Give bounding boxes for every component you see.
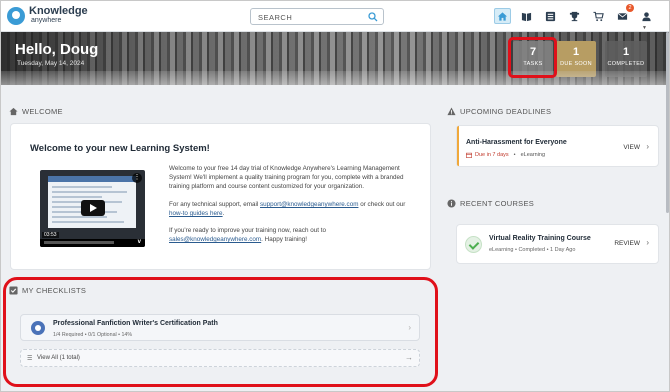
video-menu-icon[interactable]: ⋮ [132, 173, 142, 183]
mail-icon[interactable]: 2 [614, 4, 634, 24]
search-input[interactable]: SEARCH [250, 8, 384, 25]
current-date: Tuesday, May 14, 2024 [17, 60, 85, 67]
mail-badge: 2 [626, 4, 634, 12]
welcome-paragraph-support: For any technical support, email support… [169, 201, 406, 217]
page-scrollbar[interactable] [666, 32, 669, 213]
logo[interactable]: Knowledge anywhere [7, 5, 88, 25]
checklists-highlight-annotation [3, 277, 438, 387]
search-placeholder: SEARCH [258, 13, 293, 22]
logo-subtitle: anywhere [31, 17, 62, 24]
course-title: Virtual Reality Training Course [489, 235, 591, 242]
home-icon[interactable] [494, 8, 511, 24]
video-progress-bar[interactable] [44, 241, 114, 244]
welcome-paragraph-sales: If you're ready to improve your training… [169, 227, 326, 243]
app-window: Knowledge anywhere SEARCH 2 ▼ Hello, Dou… [0, 0, 670, 392]
welcome-card: Welcome to your new Learning System! ⋮ 0… [10, 123, 431, 270]
deadlines-section-title: UPCOMING DEADLINES [460, 107, 552, 116]
logo-mark-icon [7, 7, 25, 25]
recent-course-item[interactable]: Virtual Reality Training Course eLearnin… [456, 224, 659, 264]
completed-count: 1 [622, 46, 630, 58]
top-navigation-bar: Knowledge anywhere SEARCH 2 ▼ [1, 1, 669, 32]
video-duration: 03:53 [42, 232, 59, 238]
completed-stat[interactable]: 1 COMPLETED [605, 41, 647, 77]
tasks-highlight-annotation [508, 37, 557, 78]
calendar-icon [466, 152, 472, 158]
completed-label: COMPLETED [607, 61, 645, 67]
recent-courses-section-title: RECENT COURSES [460, 199, 535, 208]
due-soon-stat[interactable]: 1 DUE SOON [556, 41, 596, 77]
completed-check-icon [465, 236, 482, 253]
due-soon-label: DUE SOON [560, 61, 592, 67]
cart-icon[interactable] [590, 8, 607, 24]
deadline-title: Anti-Harassment for Everyone [466, 139, 567, 146]
user-icon[interactable] [638, 8, 655, 24]
deadline-due: Due in 7 days [475, 152, 509, 158]
list-icon[interactable] [542, 8, 559, 24]
greeting: Hello, Doug [15, 41, 99, 58]
hero-banner: Hello, Doug Tuesday, May 14, 2024 7 TASK… [1, 32, 669, 85]
info-icon [447, 199, 456, 208]
review-button[interactable]: REVIEW [614, 240, 640, 247]
course-meta: eLearning • Completed • 1 Day Ago [489, 247, 576, 253]
welcome-video-player[interactable]: ⋮ 03:53 v [40, 170, 145, 247]
deadline-item[interactable]: Anti-Harassment for Everyone Due in 7 da… [456, 125, 659, 167]
catalog-icon[interactable] [518, 8, 535, 24]
how-to-guides-link[interactable]: how-to guides here [169, 210, 223, 217]
chevron-right-icon[interactable]: › [646, 142, 649, 151]
support-email-link[interactable]: support@knowledgeanywhere.com [260, 201, 358, 208]
user-menu-chevron-icon[interactable]: ▼ [642, 25, 647, 31]
welcome-section-title: WELCOME [22, 107, 63, 116]
deadline-accent-bar [457, 126, 459, 166]
logo-title: Knowledge [29, 5, 88, 17]
sales-email-link[interactable]: sales@knowledgeanywhere.com [169, 236, 261, 243]
search-icon[interactable] [368, 12, 378, 22]
view-button[interactable]: VIEW [623, 144, 640, 151]
welcome-paragraph-intro: Welcome to your free 14 day trial of Kno… [169, 165, 404, 190]
welcome-section-header: WELCOME [9, 107, 63, 116]
welcome-card-title: Welcome to your new Learning System! [30, 143, 210, 154]
home-icon [9, 107, 18, 116]
due-soon-count: 1 [572, 46, 580, 58]
video-controls[interactable]: v [40, 239, 145, 247]
play-icon[interactable] [81, 200, 105, 216]
trophy-icon[interactable] [566, 8, 583, 24]
vimeo-logo-icon[interactable]: v [138, 239, 141, 245]
deadlines-section-header: UPCOMING DEADLINES [447, 107, 551, 116]
deadline-type: eLearning [520, 152, 546, 158]
warning-icon [447, 107, 456, 116]
recent-courses-section-header: RECENT COURSES [447, 199, 534, 208]
deadline-meta: Due in 7 days • eLearning [466, 152, 545, 158]
chevron-right-icon[interactable]: › [646, 238, 649, 247]
